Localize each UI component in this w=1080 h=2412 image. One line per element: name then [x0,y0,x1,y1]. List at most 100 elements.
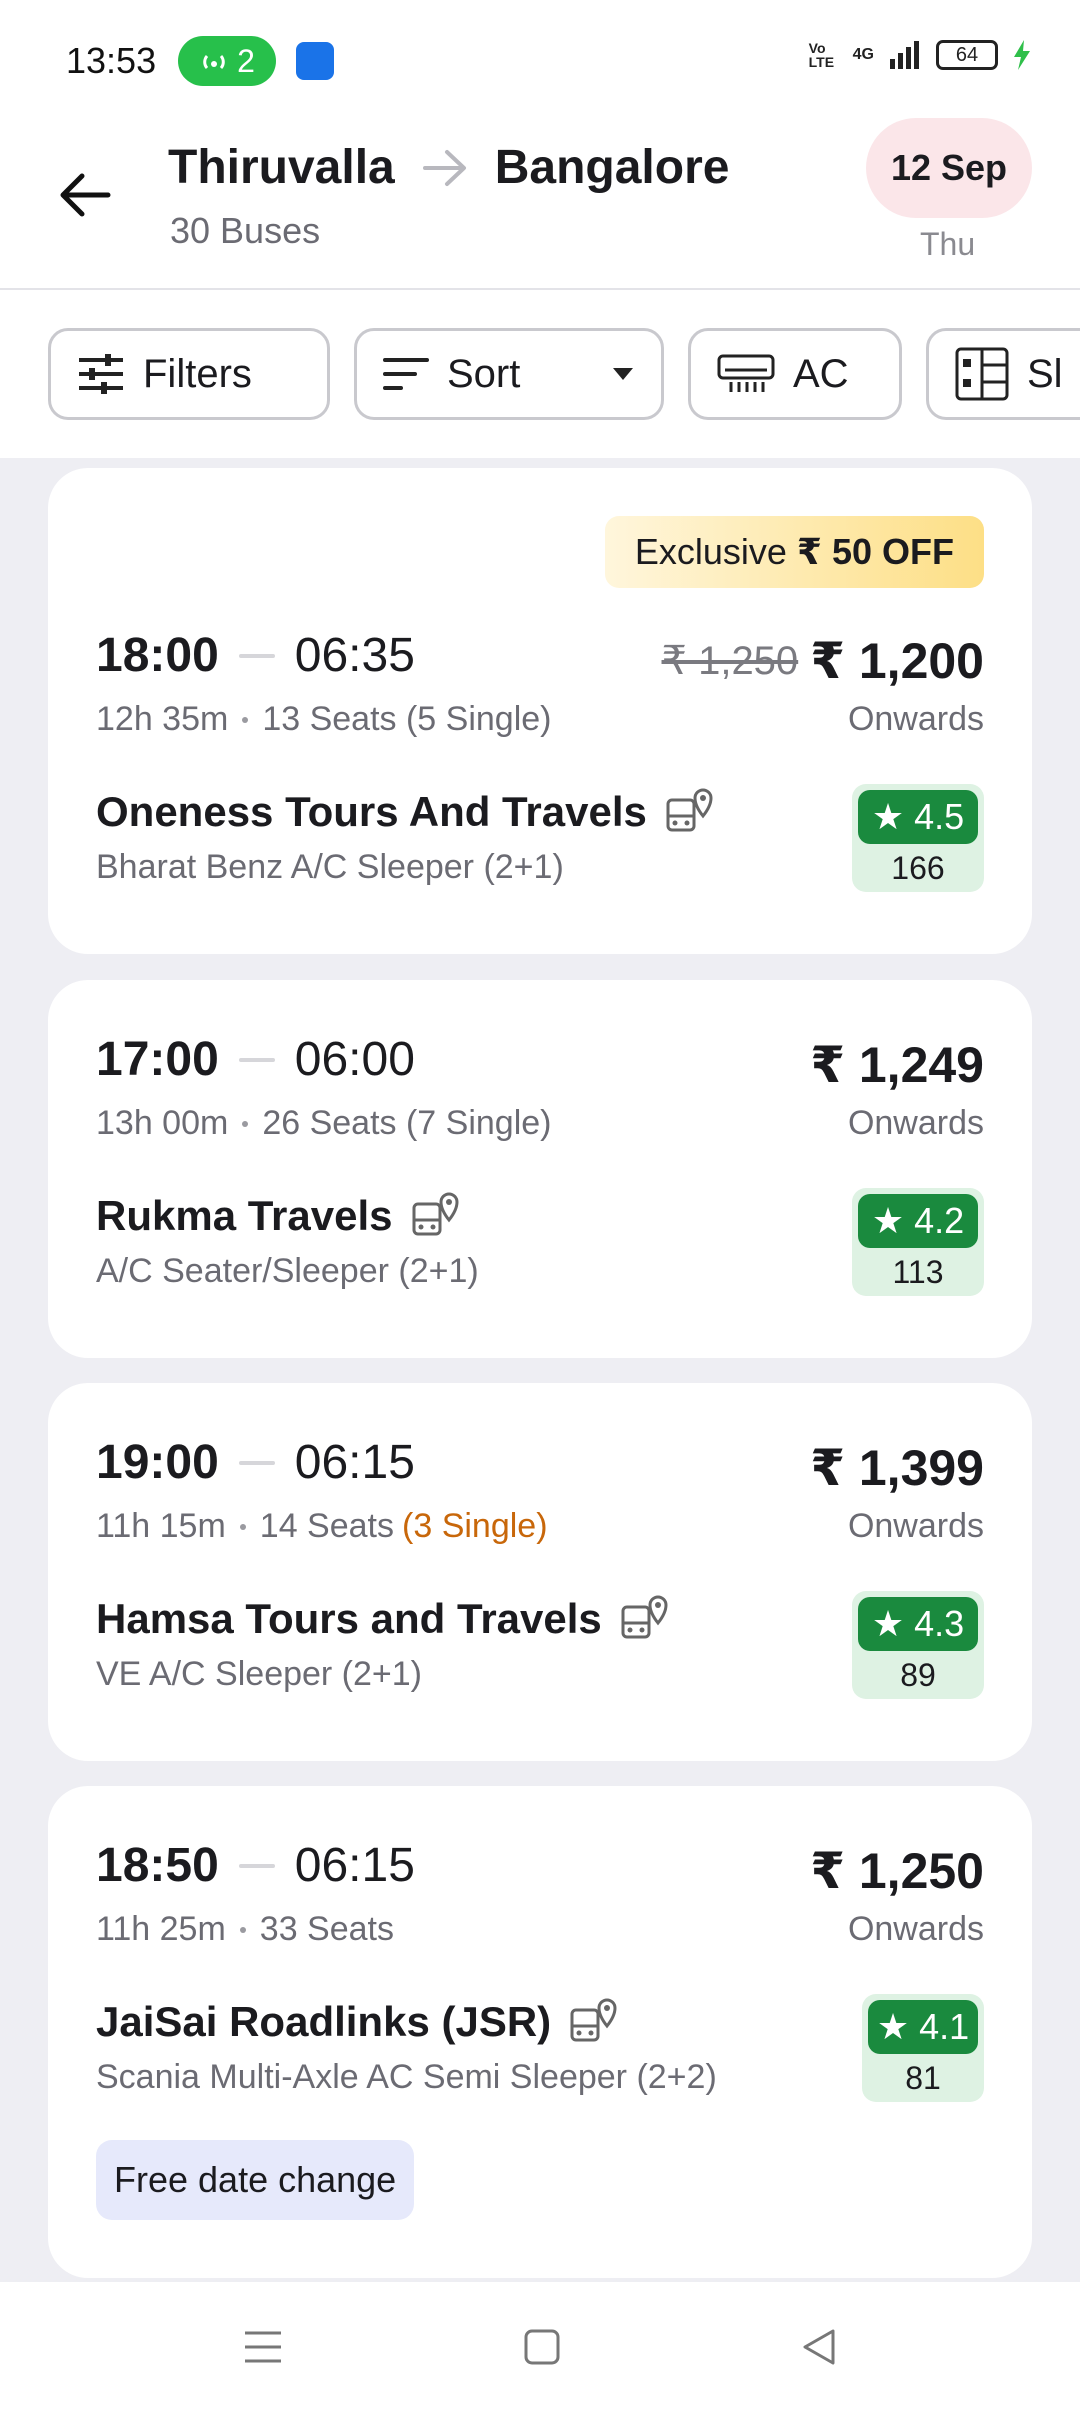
rating-value: 4.2 [914,1200,965,1241]
bus-card[interactable]: 17:00 06:00 ₹ 1,249 13h 00m 26 Seats (7 … [48,980,1032,1358]
seats: 26 Seats (7 Single) [262,1104,552,1142]
status-bar: 13:53 2 Vo LTE 4G 64 [0,0,1080,120]
price: ₹ 1,399 [810,1439,984,1497]
star-icon: ★ [871,1603,905,1644]
departure-time: 18:00 [96,629,219,682]
rating-badge: ★ 4.3 89 [852,1591,984,1699]
departure-time: 17:00 [96,1033,219,1086]
operator-label: Oneness Tours And Travels [96,788,647,835]
seats: 13 Seats (5 Single) [262,700,552,738]
offer-amount: ₹ 50 OFF [796,531,954,572]
status-right: Vo LTE 4G 64 [809,40,1032,70]
route[interactable]: Thiruvalla Bangalore [168,140,729,195]
seats: 33 Seats [259,1910,395,1948]
operator-label: Hamsa Tours and Travels [96,1595,602,1642]
final-price: ₹ 1,399 [810,1440,984,1496]
duration: 11h 15m [96,1507,226,1545]
star-icon: ★ [876,2006,910,2047]
to-city: Bangalore [494,141,730,194]
bus-location-icon [412,1192,459,1236]
price-note: Onwards [847,700,984,738]
star-icon: ★ [871,796,905,837]
bus-location-icon [666,788,713,832]
separator-dot [242,716,249,723]
operator-name: Oneness Tours And Travels [96,786,717,838]
travel-date: 12 Sep [890,147,1008,188]
operator-name: Hamsa Tours and Travels [96,1593,672,1645]
bus-count: 30 Buses [170,210,321,251]
bus-card[interactable]: 18:50 06:15 ₹ 1,250 11h 25m 33 Seats Onw… [48,1786,1032,2278]
home-icon[interactable] [523,2328,561,2366]
rating-score: ★ 4.2 [858,1194,978,1248]
date-button[interactable]: 12 Sep [866,118,1032,218]
time-row: 18:00 06:35 [96,628,415,683]
sleeper-chip[interactable]: Sl [926,328,1080,420]
final-price: ₹ 1,200 [810,633,984,689]
back-nav-icon[interactable] [801,2327,837,2367]
rating-score: ★ 4.1 [868,2000,978,2054]
rating-score: ★ 4.3 [858,1597,978,1651]
bus-type: VE A/C Sleeper (2+1) [96,1655,423,1693]
travel-day: Thu [920,226,976,262]
bus-card[interactable]: Exclusive ₹ 50 OFF 18:00 06:35 ₹ 1,250 ₹… [48,468,1032,954]
trip-meta: 11h 15m 14 Seats (3 Single) [96,1507,548,1546]
time-divider [238,1057,275,1062]
final-price: ₹ 1,250 [810,1843,984,1899]
original-price: ₹ 1,250 [661,639,799,683]
seats: 14 Seats [259,1507,395,1545]
trip-meta: 11h 25m 33 Seats [96,1910,394,1949]
time-row: 19:00 06:15 [96,1435,415,1490]
final-price: ₹ 1,249 [810,1037,984,1093]
ac-label: AC [793,351,849,396]
separator-dot [242,1120,249,1127]
rating-count: 89 [900,1657,936,1693]
sort-label: Sort [447,351,521,396]
signal-icon [890,41,919,69]
arrival-time: 06:35 [294,629,415,682]
star-icon: ★ [871,1200,905,1241]
volte-label: Vo LTE [808,40,835,70]
duration: 13h 00m [96,1104,229,1142]
bus-type: A/C Seater/Sleeper (2+1) [96,1252,479,1290]
network-label: 4G [852,46,874,63]
ac-chip[interactable]: AC [688,328,902,420]
sort-icon [383,358,429,390]
battery-level: 64 [955,43,979,66]
rating-count: 113 [892,1254,944,1290]
rating-value: 4.5 [914,796,965,837]
seat-layout-icon [955,347,1009,401]
app-notification-icon [296,42,334,80]
bus-type: Scania Multi-Axle AC Semi Sleeper (2+2) [96,2058,717,2096]
bus-type: Bharat Benz A/C Sleeper (2+1) [96,848,564,886]
menu-icon[interactable] [243,2329,283,2365]
rating-value: 4.1 [919,2006,970,2047]
time-row: 18:50 06:15 [96,1838,415,1893]
arrival-time: 06:15 [294,1839,415,1892]
departure-time: 18:50 [96,1839,219,1892]
time-divider [238,1863,275,1868]
hotspot-icon [203,55,225,69]
operator-name: Rukma Travels [96,1190,463,1242]
operator-label: Rukma Travels [96,1192,393,1239]
filters-chip[interactable]: Filters [48,328,330,420]
offer-badge: Exclusive ₹ 50 OFF [604,516,984,588]
system-nav-bar [0,2282,1080,2412]
price-note: Onwards [847,1910,984,1948]
sleeper-label: Sl [1027,351,1063,396]
hotspot-count: 2 [237,42,255,79]
offer-label: Exclusive [634,531,787,572]
rating-score: ★ 4.5 [858,790,978,844]
operator-label: JaiSai Roadlinks (JSR) [96,1998,552,2045]
bus-card[interactable]: 19:00 06:15 ₹ 1,399 11h 15m 14 Seats (3 … [48,1383,1032,1761]
separator-dot [239,1523,246,1530]
arrival-time: 06:00 [294,1033,415,1086]
separator-dot [239,1926,246,1933]
back-button[interactable] [50,160,120,230]
filter-bar: Filters Sort AC Sl [0,290,1080,458]
operator-name: JaiSai Roadlinks (JSR) [96,1996,621,2048]
sliders-icon [79,354,123,394]
status-time: 13:53 [66,40,157,81]
sort-chip[interactable]: Sort [354,328,664,420]
free-date-change-tag: Free date change [96,2140,415,2220]
battery-icon: 64 [936,40,998,70]
